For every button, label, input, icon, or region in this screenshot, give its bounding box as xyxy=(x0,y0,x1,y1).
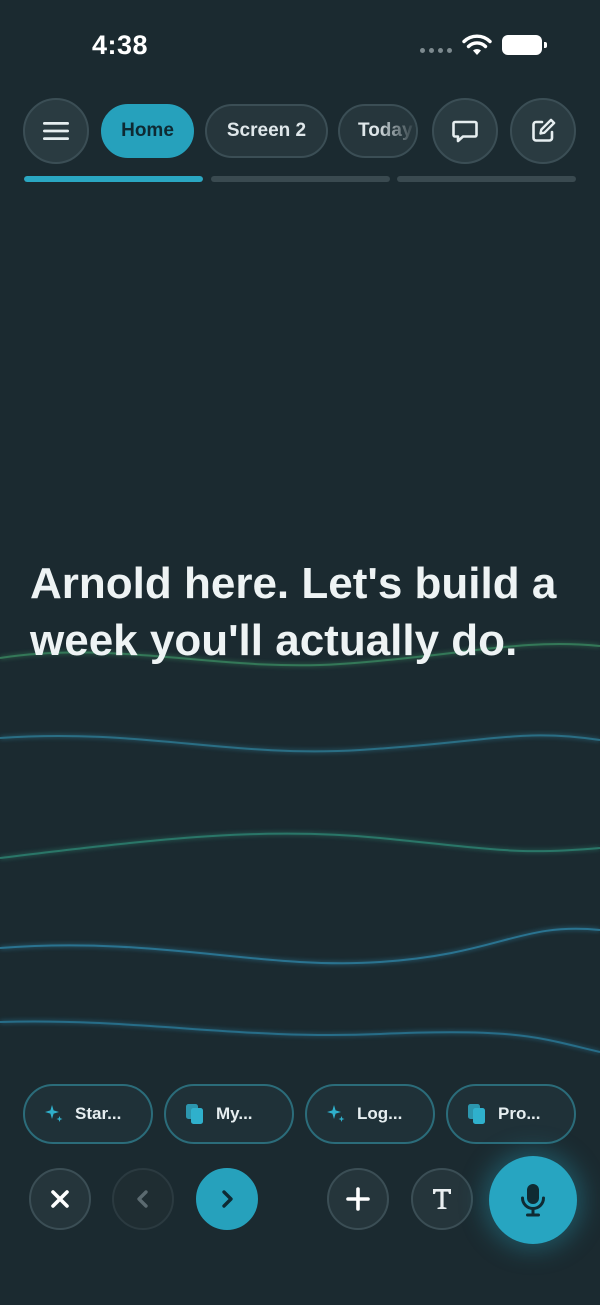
add-button[interactable] xyxy=(327,1168,389,1230)
hamburger-menu-icon xyxy=(43,122,69,140)
chip-log[interactable]: Log... xyxy=(305,1084,435,1144)
microphone-icon xyxy=(521,1184,545,1217)
text-t-icon xyxy=(433,1189,451,1209)
sparkle-icon xyxy=(43,1103,65,1125)
tab-today-label: Today xyxy=(358,120,413,141)
copy-icon xyxy=(184,1103,206,1125)
next-button[interactable] xyxy=(196,1168,258,1230)
edit-compose-icon xyxy=(532,118,556,142)
close-button[interactable] xyxy=(29,1168,91,1230)
chat-button[interactable] xyxy=(432,98,498,164)
chip-start[interactable]: Star... xyxy=(23,1084,153,1144)
progress-segment xyxy=(211,176,390,182)
greeting-headline: Arnold here. Let's build a week you'll a… xyxy=(30,559,557,665)
chevron-right-icon xyxy=(222,1190,233,1208)
status-time: 4:38 xyxy=(92,30,149,60)
plus-icon xyxy=(346,1187,370,1211)
wifi-icon xyxy=(462,34,492,55)
battery-icon xyxy=(502,35,547,55)
chip-pro-label: Pro... xyxy=(498,1104,541,1123)
progress-segment xyxy=(24,176,203,182)
compose-button[interactable] xyxy=(510,98,576,164)
chevron-left-icon xyxy=(137,1190,148,1208)
copy-icon xyxy=(466,1103,488,1125)
status-bar: 4:38 xyxy=(0,0,600,90)
tab-home[interactable]: Home xyxy=(101,104,194,158)
wave-background xyxy=(0,642,600,1053)
close-icon xyxy=(51,1190,69,1208)
chip-my[interactable]: My... xyxy=(164,1084,294,1144)
chip-my-label: My... xyxy=(216,1104,253,1123)
chip-start-label: Star... xyxy=(75,1104,122,1123)
tab-home-label: Home xyxy=(121,120,174,141)
tab-screen-2[interactable]: Screen 2 xyxy=(205,104,328,158)
tab-today[interactable]: Today xyxy=(338,104,418,158)
status-icons xyxy=(420,34,547,56)
suggestion-chips: Star... My... Log... Pro... xyxy=(0,1084,600,1144)
signal-dots-icon xyxy=(420,47,452,53)
story-progress xyxy=(24,176,576,182)
microphone-button[interactable] xyxy=(489,1156,577,1244)
menu-button[interactable] xyxy=(23,98,89,164)
sparkle-icon xyxy=(325,1103,347,1125)
text-input-button[interactable] xyxy=(411,1168,473,1230)
chat-bubble-icon xyxy=(452,120,478,143)
top-navigation: Home Screen 2 Today xyxy=(0,98,600,164)
progress-segment xyxy=(397,176,576,182)
tab-screen-2-label: Screen 2 xyxy=(226,120,307,141)
bottom-action-bar xyxy=(0,1156,600,1250)
chip-pro[interactable]: Pro... xyxy=(446,1084,576,1144)
chip-log-label: Log... xyxy=(357,1104,403,1123)
previous-button[interactable] xyxy=(112,1168,174,1230)
